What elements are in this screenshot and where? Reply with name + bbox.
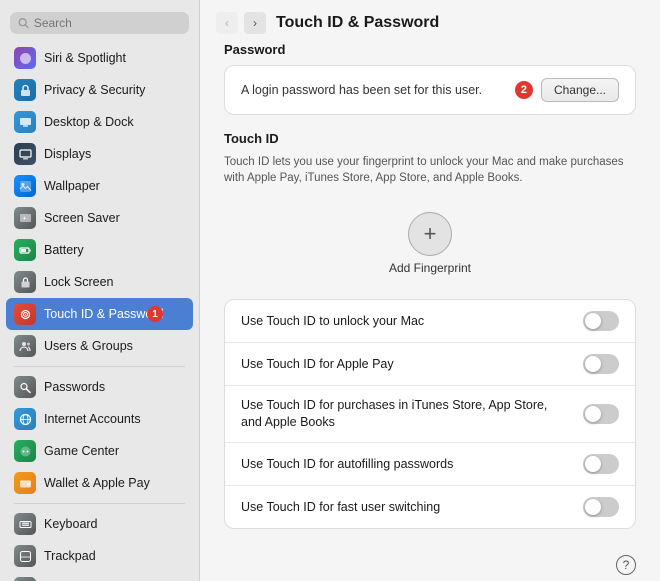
add-fingerprint-button[interactable]: + [408, 212, 452, 256]
titlebar: ‹ › Touch ID & Password [200, 0, 660, 42]
passwords-icon [14, 376, 36, 398]
forward-button[interactable]: › [244, 12, 266, 34]
password-right-group: 2 Change... [515, 78, 619, 102]
toggle-label-1: Use Touch ID for Apple Pay [241, 356, 583, 373]
search-box[interactable] [10, 12, 189, 34]
forward-arrow-icon: › [253, 16, 257, 30]
toggle-switch-0[interactable] [583, 311, 619, 331]
toggle-switch-1[interactable] [583, 354, 619, 374]
desktop-icon [14, 111, 36, 133]
sidebar-top [0, 0, 199, 42]
sidebar-item-desktop[interactable]: Desktop & Dock [6, 106, 193, 138]
divider-1 [14, 366, 185, 367]
toggle-row-2: Use Touch ID for purchases in iTunes Sto… [225, 386, 635, 443]
sidebar-item-label: Lock Screen [44, 275, 113, 289]
sidebar-item-label: Game Center [44, 444, 119, 458]
lockscreen-icon [14, 271, 36, 293]
change-password-button[interactable]: Change... [541, 78, 619, 102]
add-fingerprint-area: + Add Fingerprint [224, 200, 636, 287]
sidebar-item-label: Trackpad [44, 549, 96, 563]
sidebar-item-screensaver[interactable]: ✦ Screen Saver [6, 202, 193, 234]
battery-icon [14, 239, 36, 261]
wallpaper-icon [14, 175, 36, 197]
sidebar-item-label: Wallpaper [44, 179, 100, 193]
internet-icon [14, 408, 36, 430]
toggle-row-4: Use Touch ID for fast user switching [225, 486, 635, 528]
siri-icon [14, 47, 36, 69]
help-area: ? [224, 545, 636, 575]
content-area: Password A login password has been set f… [200, 42, 660, 581]
sidebar-item-label: Users & Groups [44, 339, 133, 353]
sidebar-item-label: Touch ID & Password [44, 307, 164, 321]
toggle-row-0: Use Touch ID to unlock your Mac [225, 300, 635, 343]
svg-text:✦: ✦ [22, 216, 26, 222]
search-icon [18, 17, 29, 29]
password-row: A login password has been set for this u… [224, 65, 636, 115]
trackpad-icon [14, 545, 36, 567]
sidebar-item-passwords[interactable]: Passwords [6, 371, 193, 403]
search-input[interactable] [34, 16, 181, 30]
sidebar-item-internet[interactable]: Internet Accounts [6, 403, 193, 435]
sidebar: Siri & Spotlight Privacy & Security Desk… [0, 0, 200, 581]
toggle-label-0: Use Touch ID to unlock your Mac [241, 313, 583, 330]
password-info-text: A login password has been set for this u… [241, 83, 482, 97]
sidebar-item-label: Passwords [44, 380, 105, 394]
sidebar-item-wallpaper[interactable]: Wallpaper [6, 170, 193, 202]
sidebar-item-siri[interactable]: Siri & Spotlight [6, 42, 193, 74]
screensaver-icon: ✦ [14, 207, 36, 229]
sidebar-item-lockscreen[interactable]: Lock Screen [6, 266, 193, 298]
add-fingerprint-label: Add Fingerprint [389, 261, 471, 275]
back-button[interactable]: ‹ [216, 12, 238, 34]
toggle-row-1: Use Touch ID for Apple Pay [225, 343, 635, 386]
sidebar-badge: 1 [147, 306, 163, 322]
sidebar-item-label: Wallet & Apple Pay [44, 476, 150, 490]
sidebar-item-label: Displays [44, 147, 91, 161]
touchid-description: Touch ID lets you use your fingerprint t… [224, 154, 636, 186]
plus-icon: + [424, 221, 437, 247]
main-content: ‹ › Touch ID & Password Password A login… [200, 0, 660, 581]
sidebar-item-label: Desktop & Dock [44, 115, 134, 129]
toggle-label-2: Use Touch ID for purchases in iTunes Sto… [241, 397, 583, 431]
sidebar-item-label: Siri & Spotlight [44, 51, 126, 65]
toggle-label-4: Use Touch ID for fast user switching [241, 499, 583, 516]
sidebar-item-label: Keyboard [44, 517, 98, 531]
touchid-icon [14, 303, 36, 325]
users-icon [14, 335, 36, 357]
sidebar-item-wallet[interactable]: Wallet & Apple Pay [6, 467, 193, 499]
sidebar-item-gamecenter[interactable]: Game Center [6, 435, 193, 467]
sidebar-item-keyboard[interactable]: Keyboard [6, 508, 193, 540]
sidebar-item-label: Battery [44, 243, 84, 257]
back-arrow-icon: ‹ [225, 16, 229, 30]
printers-icon [14, 577, 36, 581]
sidebar-item-trackpad[interactable]: Trackpad [6, 540, 193, 572]
toggle-rows-container: Use Touch ID to unlock your Mac Use Touc… [224, 299, 636, 529]
privacy-icon [14, 79, 36, 101]
sidebar-item-label: Internet Accounts [44, 412, 141, 426]
displays-icon [14, 143, 36, 165]
toggle-switch-3[interactable] [583, 454, 619, 474]
sidebar-item-users[interactable]: Users & Groups [6, 330, 193, 362]
sidebar-item-privacy[interactable]: Privacy & Security [6, 74, 193, 106]
sidebar-item-label: Privacy & Security [44, 83, 145, 97]
sidebar-item-displays[interactable]: Displays [6, 138, 193, 170]
toggle-label-3: Use Touch ID for autofilling passwords [241, 456, 583, 473]
sidebar-item-printers[interactable]: Printers & Scanners [6, 572, 193, 581]
sidebar-list: Siri & Spotlight Privacy & Security Desk… [0, 42, 199, 581]
gamecenter-icon [14, 440, 36, 462]
toggle-row-3: Use Touch ID for autofilling passwords [225, 443, 635, 486]
toggle-switch-4[interactable] [583, 497, 619, 517]
touchid-section-header: Touch ID [224, 131, 636, 146]
password-section-header: Password [224, 42, 636, 57]
touchid-section: Touch ID Touch ID lets you use your fing… [224, 131, 636, 529]
keyboard-icon [14, 513, 36, 535]
help-button[interactable]: ? [616, 555, 636, 575]
sidebar-item-battery[interactable]: Battery [6, 234, 193, 266]
sidebar-item-touchid[interactable]: Touch ID & Password 1 [6, 298, 193, 330]
sidebar-item-label: Screen Saver [44, 211, 120, 225]
divider-2 [14, 503, 185, 504]
page-title: Touch ID & Password [276, 14, 439, 32]
toggle-switch-2[interactable] [583, 404, 619, 424]
wallet-icon [14, 472, 36, 494]
notification-badge: 2 [515, 81, 533, 99]
